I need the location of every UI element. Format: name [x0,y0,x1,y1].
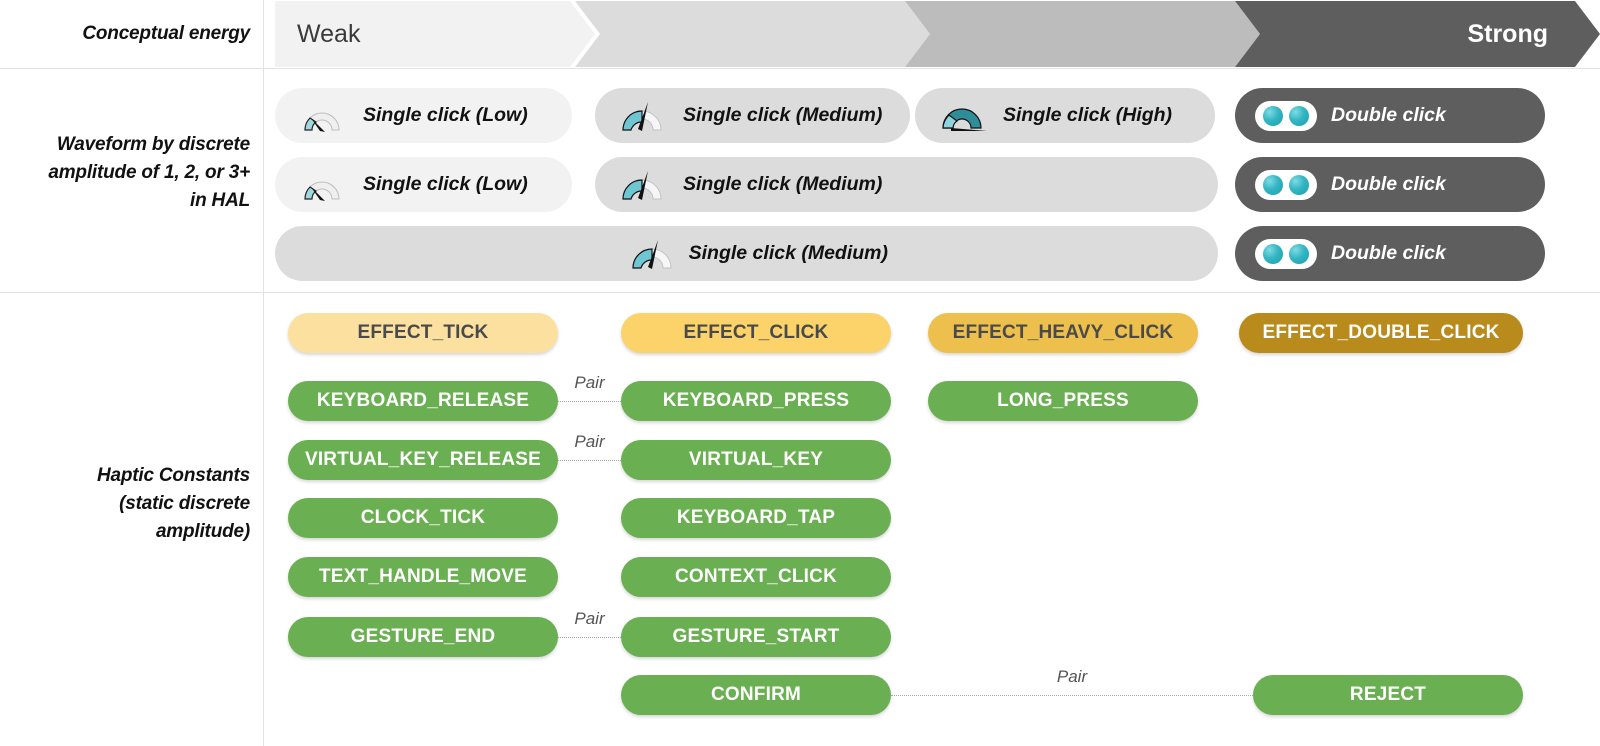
double-click-dot-1 [1263,174,1283,195]
constant-pill-clock-tick[interactable]: CLOCK_TICK [288,498,558,538]
effect-badge-effect-heavy-click[interactable]: EFFECT_HEAVY_CLICK [928,313,1198,353]
energy-segment-2 [575,1,930,67]
row-label-haptic-constants: Haptic Constants (static discrete amplit… [0,462,250,546]
constant-pill-gesture-start[interactable]: GESTURE_START [621,617,891,657]
waveform-pill-single-click-medium-1[interactable]: Single click (Medium) [595,88,910,143]
pair-connector-virtual-key [558,460,621,461]
double-click-dot-1 [1263,243,1283,264]
pair-connector-confirm-reject [891,695,1253,696]
row-label-waveform: Waveform by discrete amplitude of 1, 2, … [0,131,250,215]
waveform-pill-double-click-3[interactable]: Double click [1235,226,1545,281]
gauge-medium-icon [622,101,662,131]
double-click-icon [1255,238,1317,269]
effect-badge-effect-click[interactable]: EFFECT_CLICK [621,313,891,353]
waveform-pill-label: Single click (Medium) [683,104,883,126]
row-divider-1 [0,68,1600,69]
pair-label-virtual-key: Pair [574,432,605,451]
gauge-medium-icon [622,170,662,200]
waveform-pill-single-click-medium-2[interactable]: Single click (Medium) [595,157,1218,212]
constant-pill-keyboard-press[interactable]: KEYBOARD_PRESS [621,381,891,421]
weak-label: Weak [297,19,361,48]
segment-3-shape [905,1,1260,67]
waveform-pill-label: Single click (Low) [363,104,528,126]
double-click-dot-2 [1289,174,1309,195]
waveform-pill-single-click-low-2[interactable]: Single click (Low) [275,157,572,212]
waveform-pill-label: Single click (Medium) [688,242,888,264]
haptic-label-line-2: (static discrete [119,493,250,514]
haptic-label-line-1: Haptic Constants [96,465,250,486]
effect-badge-effect-double-click[interactable]: EFFECT_DOUBLE_CLICK [1239,313,1523,353]
pair-label-gesture: Pair [574,609,605,628]
pair-label-confirm-reject: Pair [1056,667,1088,686]
double-click-dot-2 [1289,243,1309,264]
waveform-label-line-3: in HAL [189,190,250,211]
row-label-conceptual-energy: Conceptual energy [82,23,250,44]
waveform-label-line-2: amplitude of 1, 2, or 3+ [48,162,250,183]
gauge-medium-icon [632,239,672,269]
constant-pill-text-handle-move[interactable]: TEXT_HANDLE_MOVE [288,557,558,597]
energy-segment-3 [905,1,1260,67]
constant-pill-virtual-key[interactable]: VIRTUAL_KEY [621,440,891,480]
double-click-icon [1255,169,1317,200]
energy-segment-4: Strong [1235,1,1600,67]
waveform-pill-label: Single click (Medium) [683,173,883,195]
row-divider-2 [0,292,1600,293]
waveform-pill-single-click-medium-3[interactable]: Single click (Medium) [275,226,1218,281]
constant-pill-virtual-key-release[interactable]: VIRTUAL_KEY_RELEASE [288,440,558,480]
conceptual-energy-bar: Weak Strong [275,1,1600,67]
waveform-label-line-1: Waveform by discrete [56,134,250,155]
waveform-pill-single-click-low-1[interactable]: Single click (Low) [275,88,572,143]
double-click-dot-1 [1263,105,1283,126]
waveform-pill-single-click-high[interactable]: Single click (High) [915,88,1215,143]
waveform-pill-label: Single click (Low) [363,173,528,195]
waveform-pill-double-click-2[interactable]: Double click [1235,157,1545,212]
gauge-low-icon [304,181,340,201]
waveform-pill-label: Single click (High) [1003,104,1173,126]
constant-pill-keyboard-release[interactable]: KEYBOARD_RELEASE [288,381,558,421]
double-click-icon [1255,100,1317,131]
pair-label-keyboard: Pair [574,373,605,392]
strong-label: Strong [1467,19,1548,48]
constant-pill-reject[interactable]: REJECT [1253,675,1523,715]
pair-connector-keyboard [558,401,621,402]
constant-pill-keyboard-tap[interactable]: KEYBOARD_TAP [621,498,891,538]
column-divider [263,0,264,746]
haptics-energy-chart: Conceptual energy Weak Strong Waveform b… [0,0,1600,746]
pair-connector-gesture [558,637,621,638]
waveform-pill-label: Double click [1331,242,1446,264]
segment-2-shape [575,1,930,67]
constant-pill-long-press[interactable]: LONG_PRESS [928,381,1198,421]
gauge-low-icon [304,112,340,132]
effect-badge-effect-tick[interactable]: EFFECT_TICK [288,313,558,353]
constant-pill-gesture-end[interactable]: GESTURE_END [288,617,558,657]
double-click-dot-2 [1289,105,1309,126]
waveform-pill-double-click-1[interactable]: Double click [1235,88,1545,143]
gauge-high-icon [942,107,987,131]
energy-segment-1: Weak [275,1,595,67]
waveform-pill-label: Double click [1331,104,1446,126]
constant-pill-confirm[interactable]: CONFIRM [621,675,891,715]
waveform-pill-label: Double click [1331,173,1446,195]
haptic-label-line-3: amplitude) [155,521,250,542]
constant-pill-context-click[interactable]: CONTEXT_CLICK [621,557,891,597]
